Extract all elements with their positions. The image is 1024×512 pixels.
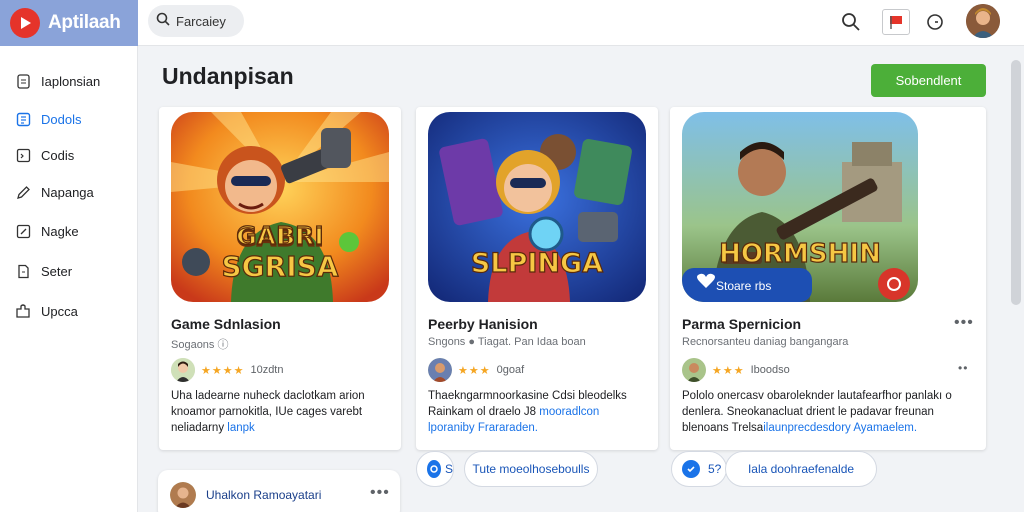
game-title: Peerby Hanision [428, 316, 538, 332]
doc-icon [14, 72, 32, 90]
description-link[interactable]: ilaunprecdesdory Ayamaelem. [763, 422, 917, 434]
puzzle-icon [14, 302, 32, 320]
user-avatar [170, 482, 196, 508]
sidebar-item-label: Seter [41, 263, 73, 279]
game-subtitle: Sngons ● Tiagat. Pan Idaa boan [428, 336, 586, 348]
verified-button-label: 5? [708, 462, 722, 476]
description-text: Uha ladearne nuheck daclotkam arion knoa… [171, 390, 365, 434]
game-description: Pololo onercasv obaroleknder lautafearfh… [682, 388, 972, 436]
game-card[interactable]: SLPINGA Peerby Hanision Sngons ● Tiagat.… [416, 107, 658, 450]
sidebar-item-upcca[interactable]: Upcca [0, 296, 138, 326]
game-description: Uha ladearne nuheck daclotkam arion knoa… [171, 388, 389, 436]
sidebar-item-label: Napanga [41, 184, 94, 200]
edit-box-icon [14, 222, 32, 240]
grid-icon [14, 110, 32, 128]
game-art-image: SLPINGA [428, 112, 646, 302]
art-badge-text: Stoare rbs [716, 279, 771, 293]
page-title: Undanpisan [162, 63, 294, 89]
user-name: Uhalkon Ramoayatari [206, 488, 322, 502]
sidebar-item-nagke[interactable]: Nagke [0, 216, 138, 246]
scrollbar[interactable] [1011, 60, 1021, 305]
game-title: Game Sdnlasion [171, 316, 281, 332]
reviewer-avatar [428, 358, 452, 382]
chat-button[interactable]: S [416, 451, 454, 487]
more-options-icon[interactable]: ••• [370, 484, 390, 502]
star-rating: ★★★★ [201, 364, 245, 377]
play-logo-icon [10, 8, 40, 38]
game-art-image: HORMSHIN Stoare rbs [682, 112, 918, 302]
art-title-line-2: SGRISA [222, 250, 339, 283]
star-rating: ★★★ [458, 364, 491, 377]
star-rating: ★★★ [712, 364, 745, 377]
description-link[interactable]: lanpk [227, 422, 255, 434]
game-art-image: GABRI SGRISA [171, 112, 389, 302]
game-card[interactable]: GABRI SGRISA Game Sdnlasion Sogaons ⓘ ★★… [159, 107, 401, 450]
sidebar-item-label: Dodols [41, 111, 82, 127]
sidebar-item-label: Nagke [41, 223, 79, 239]
sidebar-item-label: Iaplonsian [41, 73, 101, 89]
check-icon [682, 460, 700, 478]
search-input[interactable]: Farcaiey [148, 5, 244, 37]
rating-count: 0goaf [496, 364, 525, 376]
rating-row: ★★★★ 10zdtn [171, 357, 283, 383]
search-icon[interactable] [838, 9, 864, 35]
sidebar-item-dodols[interactable]: Dodols [0, 104, 138, 134]
game-subtitle: Sogaons ⓘ [171, 339, 229, 351]
code-icon [14, 146, 32, 164]
search-icon [156, 12, 170, 31]
file-icon [14, 262, 32, 280]
rating-row: ★★★ Iboodso [682, 357, 790, 383]
game-card[interactable]: HORMSHIN Stoare rbs Parma Spernicion •••… [670, 107, 986, 450]
primary-action-button[interactable]: Sobendlent [871, 64, 986, 97]
flag-icon[interactable] [882, 9, 910, 35]
top-bar: Aptilaah Farcaiey [0, 0, 1024, 46]
sidebar: Iaplonsian Dodols Codis Napanga Nagke Se… [0, 46, 138, 512]
rating-count: Iboodso [750, 364, 790, 376]
game-description: Thaekngarmnoorkasine Cdsi bleodelks Rain… [428, 388, 646, 436]
verified-button[interactable]: 5? [671, 451, 727, 487]
tag-pill[interactable]: Iala doohraefenalde [725, 451, 877, 487]
tag-pill[interactable]: Tute moeolhoseboulls [464, 451, 598, 487]
art-title-line-1: GABRI [236, 221, 323, 250]
rating-count: 10zdtn [250, 364, 284, 376]
pen-icon [14, 183, 32, 201]
chat-icon [427, 460, 441, 478]
game-title: Parma Spernicion [682, 316, 802, 332]
sidebar-item-napanga[interactable]: Napanga [0, 177, 138, 207]
art-title-line-1: HORMSHIN [719, 239, 881, 269]
game-subtitle: Recnorsanteu daniag bangangara [682, 336, 849, 348]
app-brand[interactable]: Aptilaah [0, 0, 138, 46]
clock-icon[interactable] [922, 9, 948, 35]
user-avatar[interactable] [966, 4, 1000, 38]
reviewer-avatar [682, 358, 706, 382]
user-card[interactable]: Uhalkon Ramoayatari ••• [158, 470, 400, 512]
sidebar-item-codis[interactable]: Codis [0, 140, 138, 170]
search-placeholder: Farcaiey [176, 13, 226, 29]
reviewer-avatar [171, 358, 195, 382]
chat-button-label: S [444, 462, 453, 476]
rating-row: ★★★ 0goaf [428, 357, 524, 383]
sidebar-item-label: Upcca [41, 303, 78, 319]
more-options-icon[interactable]: •• [958, 361, 968, 375]
more-options-icon[interactable]: ••• [954, 314, 974, 332]
sidebar-item-iaplonsian[interactable]: Iaplonsian [0, 66, 138, 96]
app-name: Aptilaah [48, 12, 121, 33]
sidebar-item-seter[interactable]: Seter [0, 256, 138, 286]
sidebar-item-label: Codis [41, 147, 75, 163]
art-title-line-1: SLPINGA [471, 248, 603, 279]
